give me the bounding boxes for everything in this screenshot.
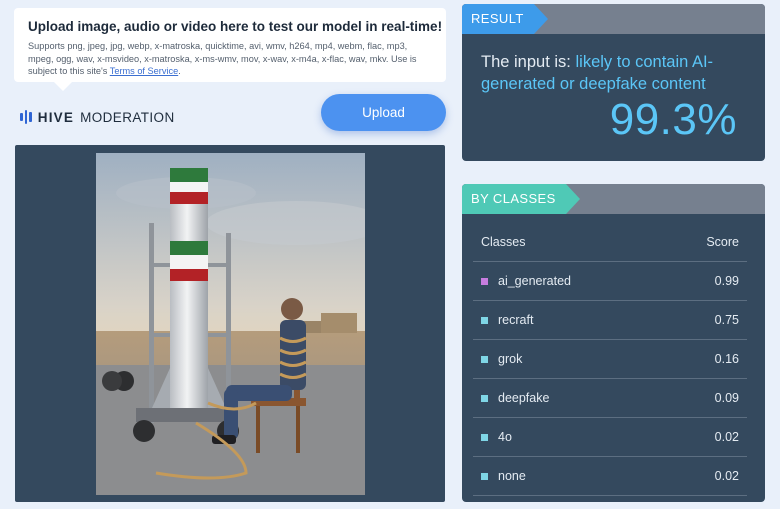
class-name: grok — [498, 352, 523, 366]
classes-header: BY CLASSES — [462, 184, 765, 214]
table-row: recraft 0.75 — [473, 301, 747, 340]
upload-instructions-card: Upload image, audio or video here to tes… — [14, 8, 446, 91]
class-score: 0.75 — [714, 313, 739, 327]
class-color-swatch — [481, 277, 488, 285]
class-color-swatch — [481, 394, 488, 402]
class-score: 0.16 — [714, 352, 739, 366]
upload-title: Upload image, audio or video here to tes… — [28, 19, 443, 34]
classes-table: Classes Score ai_generated 0.99 recraft 0.7… — [462, 214, 765, 496]
table-row: ai_generated 0.99 — [473, 262, 747, 301]
result-prefix: The input is: — [481, 53, 571, 71]
class-score: 0.02 — [714, 430, 739, 444]
brand-name-bold: HIVE — [37, 109, 75, 125]
terms-of-service-link[interactable]: Terms of Service — [110, 66, 178, 76]
class-color-swatch — [481, 355, 488, 363]
supported-formats-text: Supports png, jpeg, jpg, webp, x-matrosk… — [28, 40, 432, 78]
classes-table-header: Classes Score — [473, 214, 747, 262]
upload-button[interactable]: Upload — [321, 94, 446, 131]
table-row: deepfake 0.09 — [473, 379, 747, 418]
result-verdict-text: The input is: likely to contain AI-gener… — [462, 34, 765, 95]
result-card: RESULT The input is: likely to contain A… — [462, 4, 765, 161]
class-color-swatch — [481, 472, 488, 480]
terms-suffix: . — [178, 66, 181, 77]
result-score: 99.3% — [609, 95, 737, 144]
class-name: recraft — [498, 313, 534, 327]
supported-formats: Supports png, jpeg, jpg, webp, x-matrosk… — [28, 41, 417, 77]
class-name: 4o — [498, 430, 512, 444]
classes-tag: BY CLASSES — [462, 184, 580, 214]
hive-logo-icon — [20, 110, 32, 124]
class-score: 0.02 — [714, 469, 739, 483]
class-name: deepfake — [498, 391, 550, 405]
table-row: 4o 0.02 — [473, 418, 747, 457]
class-score: 0.99 — [714, 274, 739, 288]
class-color-swatch — [481, 433, 488, 441]
table-row: none 0.02 — [473, 457, 747, 496]
result-tag-label: RESULT — [471, 11, 524, 26]
table-row: grok 0.16 — [473, 340, 747, 379]
class-name: ai_generated — [498, 274, 571, 288]
classes-rows: ai_generated 0.99 recraft 0.75 grok 0.16 deepf… — [473, 262, 747, 496]
column-header-score: Score — [706, 234, 739, 249]
uploaded-image-preview — [96, 153, 365, 495]
media-preview-panel — [15, 145, 445, 502]
class-color-swatch — [481, 316, 488, 324]
result-tag: RESULT — [462, 4, 548, 34]
brand-name-rest: MODERATION — [80, 109, 175, 125]
by-classes-card: BY CLASSES Classes Score ai_generated 0.9… — [462, 184, 765, 502]
hive-moderation-logo: HIVE MODERATION — [20, 108, 175, 126]
result-header: RESULT — [462, 4, 765, 34]
classes-tag-label: BY CLASSES — [471, 191, 556, 206]
class-score: 0.09 — [714, 391, 739, 405]
column-header-classes: Classes — [481, 234, 526, 249]
class-name: none — [498, 469, 526, 483]
